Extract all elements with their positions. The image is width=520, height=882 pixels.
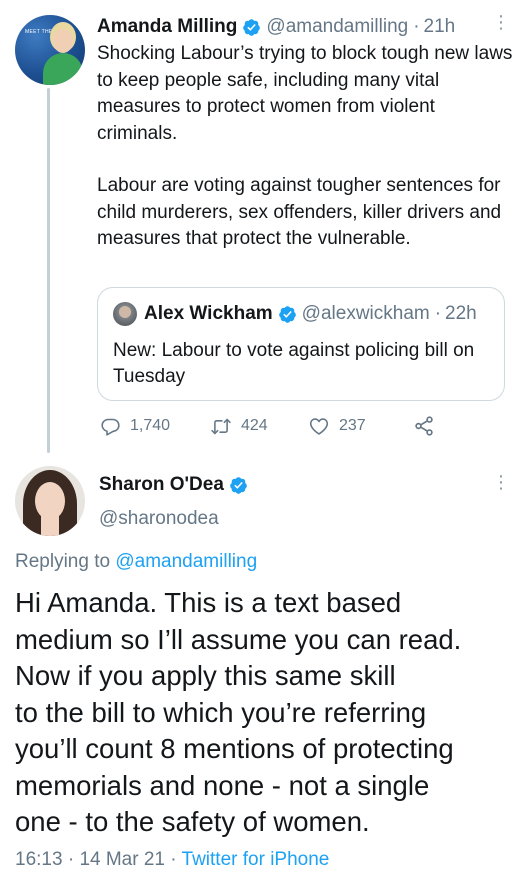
tweet-actions-bar: 1,740 424 237 — [100, 414, 460, 438]
avatar[interactable]: MEET THE — [15, 15, 85, 85]
quoted-tweet-header: Alex Wickham @alexwickham · 22h — [113, 302, 477, 326]
separator-dot: · — [434, 303, 442, 324]
reply-icon — [100, 416, 121, 437]
tweet-source-link[interactable]: Twitter for iPhone — [182, 849, 330, 870]
verified-badge-icon — [242, 18, 261, 37]
retweet-icon — [210, 416, 232, 437]
heart-icon — [308, 416, 330, 437]
tweet-main[interactable]: MEET THE Amanda Milling @amandamilling ·… — [0, 0, 520, 453]
replying-to-label: Replying to — [15, 551, 111, 572]
tweet-text-line: Hi Amanda. This is a text based — [15, 587, 402, 618]
author-handle[interactable]: @sharonodea — [99, 508, 219, 530]
retweet-button[interactable]: 424 — [210, 416, 268, 437]
reply-button[interactable]: 1,740 — [100, 416, 170, 437]
verified-badge-icon — [229, 476, 248, 495]
tweet-header: Amanda Milling @amandamilling · 21h — [97, 14, 455, 40]
author-handle[interactable]: @amandamilling — [266, 16, 408, 38]
author-name[interactable]: Sharon O'Dea — [99, 474, 224, 496]
tweet-text-line: memorials and none - not a single — [15, 769, 430, 801]
tweet-text: Hi Amanda. This is a text based medium s… — [15, 585, 515, 841]
share-button[interactable] — [413, 415, 435, 437]
like-count: 237 — [339, 417, 366, 434]
author-name[interactable]: Amanda Milling — [97, 16, 237, 38]
thread-connector-line — [47, 88, 50, 453]
like-button[interactable]: 237 — [308, 416, 366, 437]
tweet-text-line: Now if you apply this same skill — [15, 660, 396, 691]
separator-dot: · — [67, 849, 75, 870]
tweet-text: Shocking Labour’s trying to block tough … — [97, 41, 517, 253]
quoted-tweet-card[interactable]: Alex Wickham @alexwickham · 22h New: Lab… — [97, 287, 505, 401]
author-name-row: Sharon O'Dea — [99, 474, 248, 496]
tweet-text-line: to the bill to which you’re referring — [15, 696, 427, 728]
tweet-text-line: you’ll count 8 mentions of protecting — [15, 733, 454, 764]
avatar-caption: MEET THE — [25, 29, 53, 35]
quoted-author-avatar — [113, 302, 137, 326]
quoted-author-handle: @alexwickham — [301, 303, 430, 324]
tweet-time[interactable]: 21h — [424, 16, 456, 38]
tweet-metadata: 16:13 · 14 Mar 21 · Twitter for iPhone — [15, 849, 329, 871]
tweet-paragraph: Labour are voting against tougher senten… — [97, 175, 502, 249]
replying-to-mention-link[interactable]: @amandamilling — [115, 551, 257, 572]
quoted-tweet-time: 22h — [445, 303, 477, 324]
tweet-time: 16:13 — [15, 849, 63, 870]
more-options-icon[interactable]: ⋮ — [492, 473, 510, 491]
tweet-date: 14 Mar 21 — [79, 849, 165, 870]
replying-to-line: Replying to @amandamilling — [15, 551, 257, 573]
more-options-icon[interactable]: ⋮ — [492, 13, 510, 31]
verified-badge-icon — [278, 305, 297, 324]
tweet-text-line: one - to the safety of women. — [15, 806, 370, 837]
avatar[interactable] — [15, 466, 85, 536]
separator-dot: · — [170, 849, 177, 870]
tweet-paragraph: Shocking Labour’s trying to block tough … — [97, 43, 513, 144]
quoted-author-name: Alex Wickham — [144, 303, 273, 324]
share-icon — [413, 415, 435, 437]
quoted-tweet-text: New: Labour to vote against policing bil… — [113, 340, 475, 387]
reply-count: 1,740 — [130, 417, 171, 434]
tweet-text-line: medium so I’ll assume you can read. — [15, 623, 462, 655]
separator-dot: · — [413, 16, 420, 37]
retweet-count: 424 — [241, 417, 268, 434]
